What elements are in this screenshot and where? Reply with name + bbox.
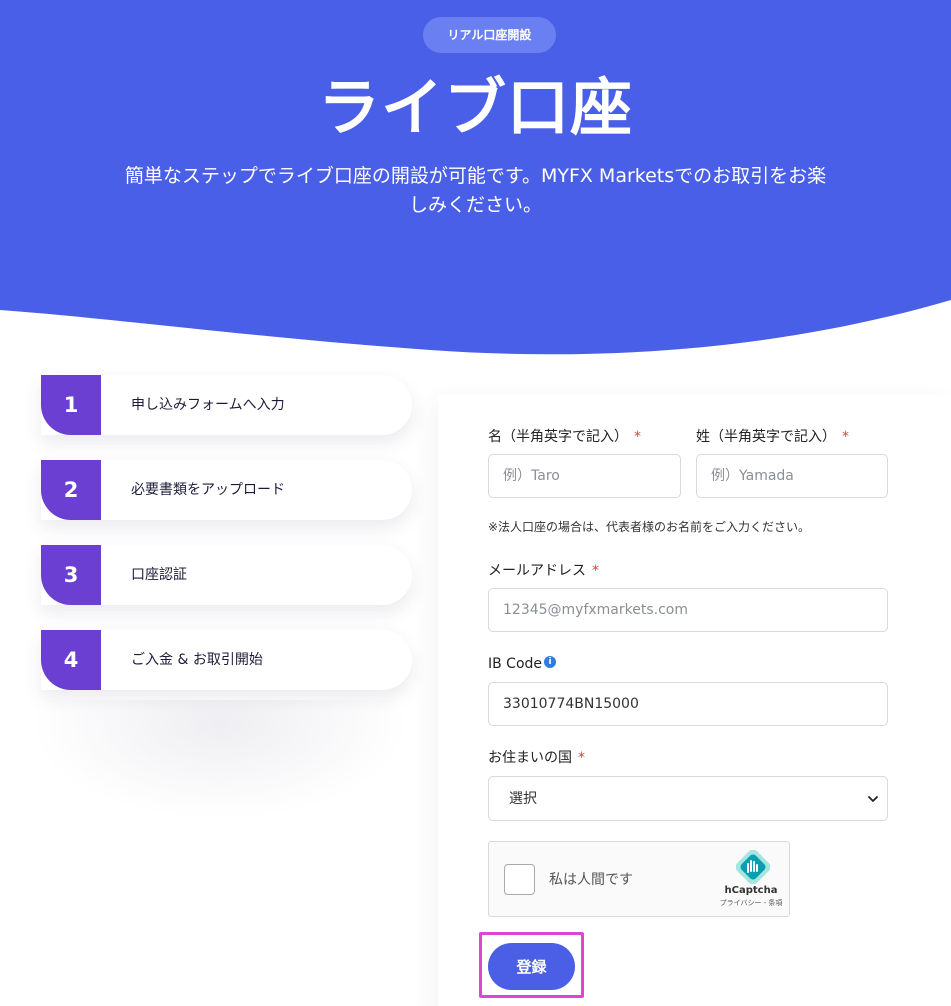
- page-subtitle: 簡単なステップでライブ口座の開設が可能です。MYFX Marketsでのお取引を…: [124, 165, 827, 216]
- email-input[interactable]: [488, 588, 888, 632]
- country-label: お住まいの国 *: [488, 748, 585, 768]
- chevron-down-icon: [868, 796, 878, 802]
- required-marker: *: [842, 429, 849, 445]
- required-marker: *: [634, 429, 641, 445]
- email-label: メールアドレス *: [488, 561, 599, 581]
- step-label: 必要書類をアップロード: [131, 482, 285, 498]
- step-number: 1: [41, 375, 101, 435]
- email-label-text: メールアドレス: [488, 563, 586, 579]
- hcaptcha-widget: 私は人間です hCaptcha プライバシー - 条項: [488, 841, 790, 917]
- captcha-privacy-links[interactable]: プライバシー - 条項: [713, 898, 789, 908]
- info-icon[interactable]: i: [544, 656, 557, 668]
- last-name-label-text: 姓（半角英字で記入）: [696, 429, 836, 445]
- captcha-checkbox[interactable]: [504, 864, 535, 895]
- country-select[interactable]: 選択: [488, 776, 888, 821]
- first-name-label-text: 名（半角英字で記入）: [488, 429, 628, 445]
- step-1: 1 申し込みフォームへ入力: [41, 375, 412, 435]
- ib-code-label-text: IB Code: [488, 656, 543, 672]
- steps-shadow: [30, 700, 410, 820]
- step-4: 4 ご入金 & お取引開始: [41, 630, 412, 690]
- captcha-text: 私は人間です: [549, 872, 633, 888]
- step-3: 3 口座認証: [41, 545, 412, 605]
- ib-code-input[interactable]: [488, 682, 888, 726]
- ib-code-label: IB Code i: [488, 654, 557, 674]
- step-number: 2: [41, 460, 101, 520]
- step-2: 2 必要書類をアップロード: [41, 460, 412, 520]
- page-badge: リアル口座開設: [423, 17, 556, 53]
- required-marker: *: [578, 750, 585, 766]
- step-number: 4: [41, 630, 101, 690]
- step-label: 申し込みフォームへ入力: [131, 397, 285, 413]
- page: リアル口座開設 ライブ口座 簡単なステップでライブ口座の開設が可能です。MYFX…: [0, 0, 951, 1006]
- register-button[interactable]: 登録: [488, 943, 575, 990]
- hcaptcha-logo-icon: [736, 850, 770, 884]
- last-name-label: 姓（半角英字で記入） *: [696, 427, 849, 447]
- captcha-brand: hCaptcha: [724, 885, 778, 896]
- step-label: 口座認証: [131, 567, 187, 583]
- last-name-input[interactable]: [696, 454, 888, 498]
- name-note: ※法人口座の場合は、代表者様のお名前をご入力ください。: [488, 520, 811, 534]
- step-number: 3: [41, 545, 101, 605]
- step-label: ご入金 & お取引開始: [131, 652, 263, 668]
- required-marker: *: [592, 563, 599, 579]
- first-name-input[interactable]: [488, 454, 681, 498]
- page-title: ライブ口座: [317, 71, 633, 144]
- country-label-text: お住まいの国: [488, 750, 572, 766]
- country-select-value: 選択: [509, 791, 537, 807]
- first-name-label: 名（半角英字で記入） *: [488, 427, 641, 447]
